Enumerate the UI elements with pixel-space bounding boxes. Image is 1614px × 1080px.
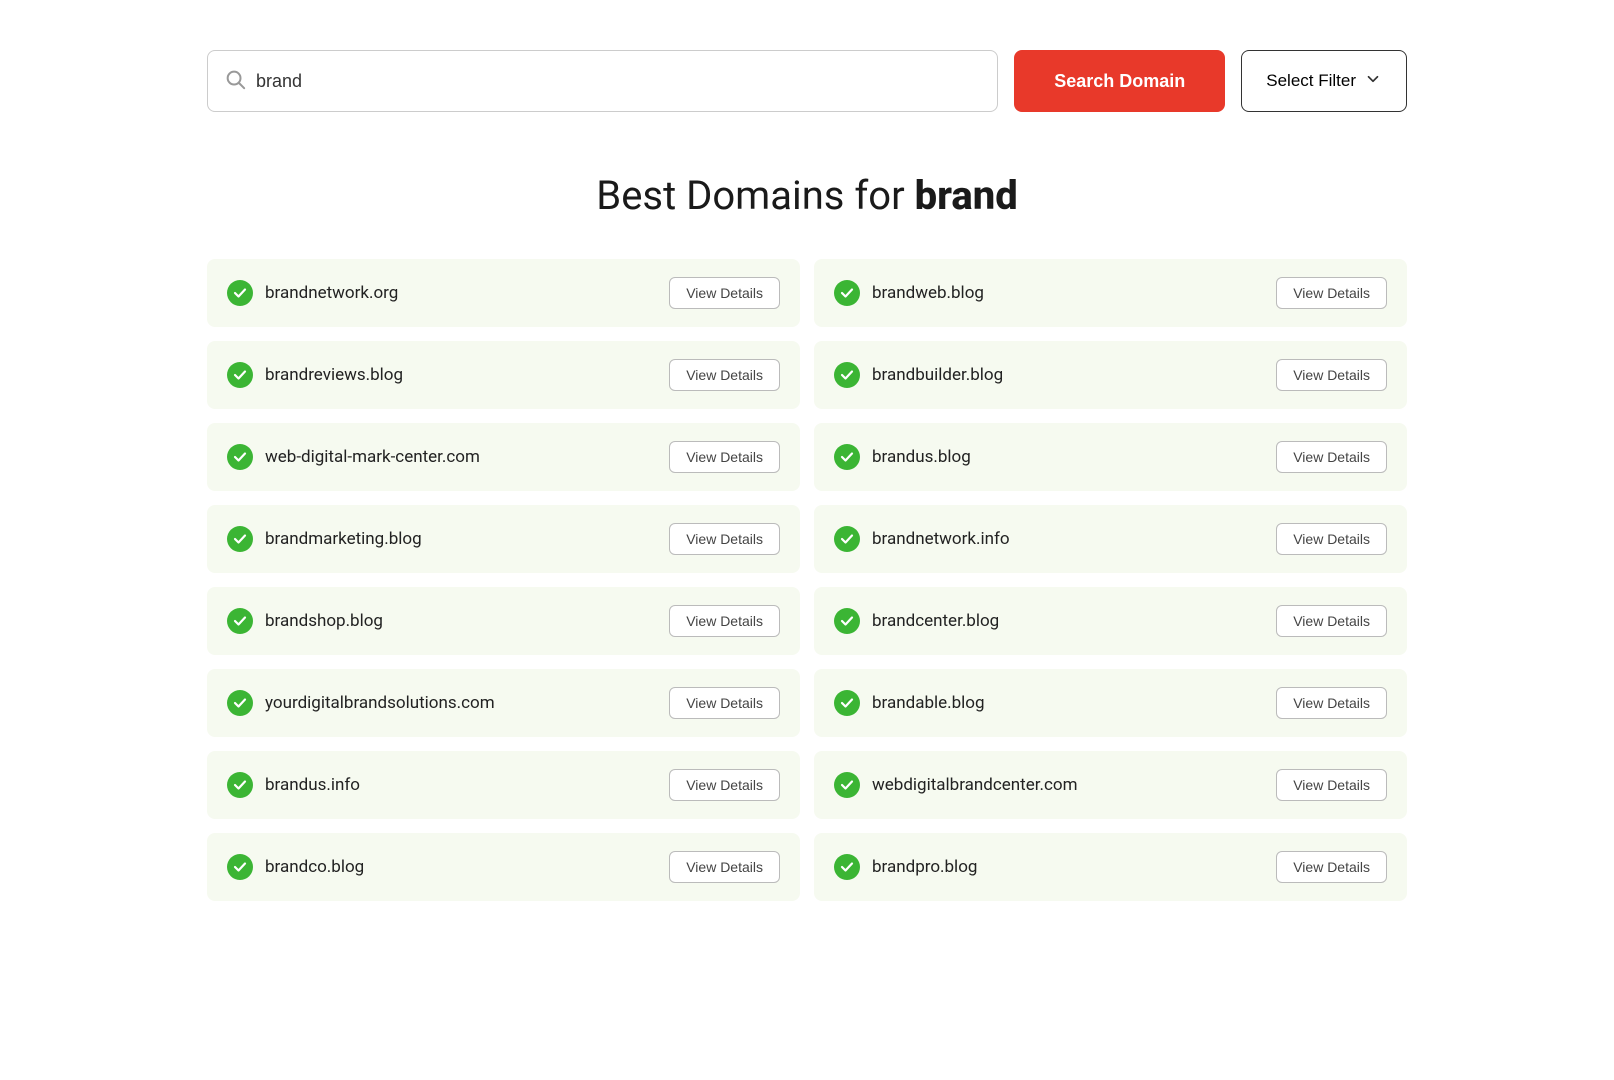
available-icon — [227, 526, 253, 552]
domain-left: brandco.blog — [227, 854, 364, 880]
domain-name: brandbuilder.blog — [872, 365, 1003, 385]
domain-left: brandcenter.blog — [834, 608, 999, 634]
domain-name: brandweb.blog — [872, 283, 984, 303]
domain-item: web-digital-mark-center.com View Details — [207, 423, 800, 491]
domain-name: brandnetwork.org — [265, 283, 398, 303]
available-icon — [834, 526, 860, 552]
domain-left: brandshop.blog — [227, 608, 383, 634]
domain-name: brandmarketing.blog — [265, 529, 422, 549]
domain-item: brandable.blog View Details — [814, 669, 1407, 737]
domain-item: brandnetwork.info View Details — [814, 505, 1407, 573]
search-icon — [224, 68, 246, 94]
available-icon — [834, 280, 860, 306]
domain-name: brandcenter.blog — [872, 611, 999, 631]
view-details-button[interactable]: View Details — [1276, 769, 1387, 801]
domain-item: brandweb.blog View Details — [814, 259, 1407, 327]
domain-left: web-digital-mark-center.com — [227, 444, 480, 470]
view-details-button[interactable]: View Details — [1276, 359, 1387, 391]
domain-left: brandmarketing.blog — [227, 526, 422, 552]
domains-grid: brandnetwork.orgView Detailsbrandweb.blo… — [207, 259, 1407, 901]
view-details-button[interactable]: View Details — [1276, 851, 1387, 883]
domain-item: brandreviews.blog View Details — [207, 341, 800, 409]
domain-name: brandco.blog — [265, 857, 364, 877]
available-icon — [227, 608, 253, 634]
view-details-button[interactable]: View Details — [669, 441, 780, 473]
available-icon — [834, 444, 860, 470]
title-prefix: Best Domains for — [596, 172, 914, 219]
view-details-button[interactable]: View Details — [1276, 605, 1387, 637]
domain-item: brandus.blog View Details — [814, 423, 1407, 491]
view-details-button[interactable]: View Details — [1276, 277, 1387, 309]
view-details-button[interactable]: View Details — [669, 523, 780, 555]
available-icon — [227, 854, 253, 880]
domain-left: brandus.info — [227, 772, 360, 798]
page-title: Best Domains for brand — [207, 172, 1407, 219]
domain-name: web-digital-mark-center.com — [265, 447, 480, 467]
domain-item: brandnetwork.org View Details — [207, 259, 800, 327]
filter-label: Select Filter — [1266, 71, 1356, 91]
domain-name: webdigitalbrandcenter.com — [872, 775, 1077, 795]
domain-left: brandnetwork.info — [834, 526, 1010, 552]
available-icon — [834, 854, 860, 880]
view-details-button[interactable]: View Details — [669, 359, 780, 391]
view-details-button[interactable]: View Details — [1276, 523, 1387, 555]
domain-left: webdigitalbrandcenter.com — [834, 772, 1077, 798]
available-icon — [834, 608, 860, 634]
available-icon — [227, 280, 253, 306]
domain-left: brandbuilder.blog — [834, 362, 1003, 388]
domain-name: brandus.info — [265, 775, 360, 795]
search-input-wrapper — [207, 50, 998, 112]
available-icon — [834, 772, 860, 798]
available-icon — [834, 362, 860, 388]
title-bold: brand — [915, 172, 1018, 219]
domain-name: brandshop.blog — [265, 611, 383, 631]
select-filter-button[interactable]: Select Filter — [1241, 50, 1407, 112]
domain-item: brandcenter.blog View Details — [814, 587, 1407, 655]
domain-left: yourdigitalbrandsolutions.com — [227, 690, 495, 716]
view-details-button[interactable]: View Details — [669, 769, 780, 801]
available-icon — [227, 362, 253, 388]
domain-item: webdigitalbrandcenter.com View Details — [814, 751, 1407, 819]
domain-item: brandmarketing.blog View Details — [207, 505, 800, 573]
domain-left: brandpro.blog — [834, 854, 977, 880]
chevron-down-icon — [1364, 70, 1382, 93]
search-domain-button[interactable]: Search Domain — [1014, 50, 1225, 112]
available-icon — [834, 690, 860, 716]
domain-name: brandable.blog — [872, 693, 985, 713]
view-details-button[interactable]: View Details — [1276, 687, 1387, 719]
domain-item: brandbuilder.blog View Details — [814, 341, 1407, 409]
domain-name: yourdigitalbrandsolutions.com — [265, 693, 495, 713]
domain-left: brandreviews.blog — [227, 362, 403, 388]
view-details-button[interactable]: View Details — [669, 605, 780, 637]
domain-item: brandco.blog View Details — [207, 833, 800, 901]
domain-left: brandnetwork.org — [227, 280, 398, 306]
domain-name: brandnetwork.info — [872, 529, 1010, 549]
domain-item: yourdigitalbrandsolutions.com View Detail… — [207, 669, 800, 737]
domain-name: brandreviews.blog — [265, 365, 403, 385]
available-icon — [227, 444, 253, 470]
domain-left: brandable.blog — [834, 690, 985, 716]
available-icon — [227, 690, 253, 716]
view-details-button[interactable]: View Details — [1276, 441, 1387, 473]
available-icon — [227, 772, 253, 798]
view-details-button[interactable]: View Details — [669, 277, 780, 309]
domain-left: brandweb.blog — [834, 280, 984, 306]
view-details-button[interactable]: View Details — [669, 687, 780, 719]
view-details-button[interactable]: View Details — [669, 851, 780, 883]
search-input[interactable] — [256, 71, 981, 92]
domain-name: brandus.blog — [872, 447, 971, 467]
domain-item: brandshop.blog View Details — [207, 587, 800, 655]
domain-item: brandpro.blog View Details — [814, 833, 1407, 901]
domain-left: brandus.blog — [834, 444, 971, 470]
domain-name: brandpro.blog — [872, 857, 977, 877]
domain-item: brandus.info View Details — [207, 751, 800, 819]
